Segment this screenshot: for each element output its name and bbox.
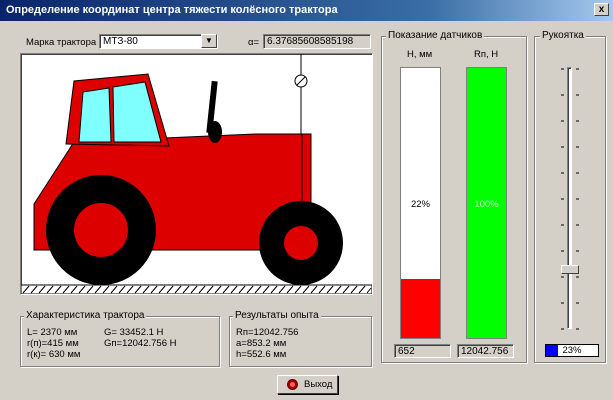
exhaust-cap (208, 121, 222, 143)
alpha-label: α= (248, 37, 260, 48)
result-a: a=853.2 мм (236, 338, 287, 349)
rn-gauge: 100% (466, 67, 507, 339)
exit-button-label: Выход (304, 379, 333, 390)
result-h: h=552.6 мм (236, 349, 287, 360)
rn-value-field: 12042.756 (457, 344, 514, 358)
h-value-field: 652 (394, 344, 451, 358)
char-G: G= 33452.1 Н (104, 327, 164, 338)
tractor-canvas (20, 53, 373, 295)
slider-ticks (561, 68, 579, 330)
h-value: 652 (398, 346, 415, 357)
handle-progress-bar: 23% (545, 344, 599, 357)
tractor-drawing (20, 54, 373, 295)
characteristics-title: Характеристика трактора (24, 310, 147, 321)
front-wheel-hub (284, 226, 318, 260)
char-rk: r(к)= 630 мм (27, 349, 81, 360)
stop-icon (287, 379, 298, 390)
slider-thumb[interactable] (561, 265, 579, 274)
h-gauge: 22% (400, 67, 441, 339)
handle-slider[interactable] (557, 63, 583, 335)
handle-progress-percent: 23% (562, 345, 582, 356)
dropdown-arrow-icon[interactable]: ▼ (201, 34, 217, 48)
exit-button[interactable]: Выход (277, 375, 338, 394)
alpha-field: 6.37685608585198 (263, 34, 371, 49)
h-gauge-percent: 22% (410, 199, 430, 210)
alpha-value: 6.37685608585198 (267, 36, 354, 47)
tractor-model-label: Марка трактора (26, 37, 97, 48)
rn-gauge-percent: 100% (474, 199, 499, 210)
handle-title: Рукоятка (540, 30, 586, 41)
rn-column-label: Rп, H (474, 49, 499, 60)
rn-value: 12042.756 (461, 346, 509, 357)
h-column-label: H, мм (407, 49, 433, 60)
rear-wheel-hub (74, 203, 128, 257)
tractor-model-value: МТЗ-80 (103, 36, 138, 47)
h-gauge-fill (401, 279, 440, 338)
cab-window-left (78, 87, 112, 143)
char-Gn: Gп=12042.756 Н (104, 338, 177, 349)
char-L: L= 2370 мм (27, 327, 78, 338)
results-title: Результаты опыта (233, 310, 321, 321)
char-rp: r(п)=415 мм (27, 338, 79, 349)
result-Rn: Rп=12042.756 (236, 327, 299, 338)
window-title: Определение координат центра тяжести кол… (6, 4, 338, 16)
close-button[interactable]: x (594, 3, 609, 16)
sensor-readings-title: Показание датчиков (386, 30, 485, 41)
